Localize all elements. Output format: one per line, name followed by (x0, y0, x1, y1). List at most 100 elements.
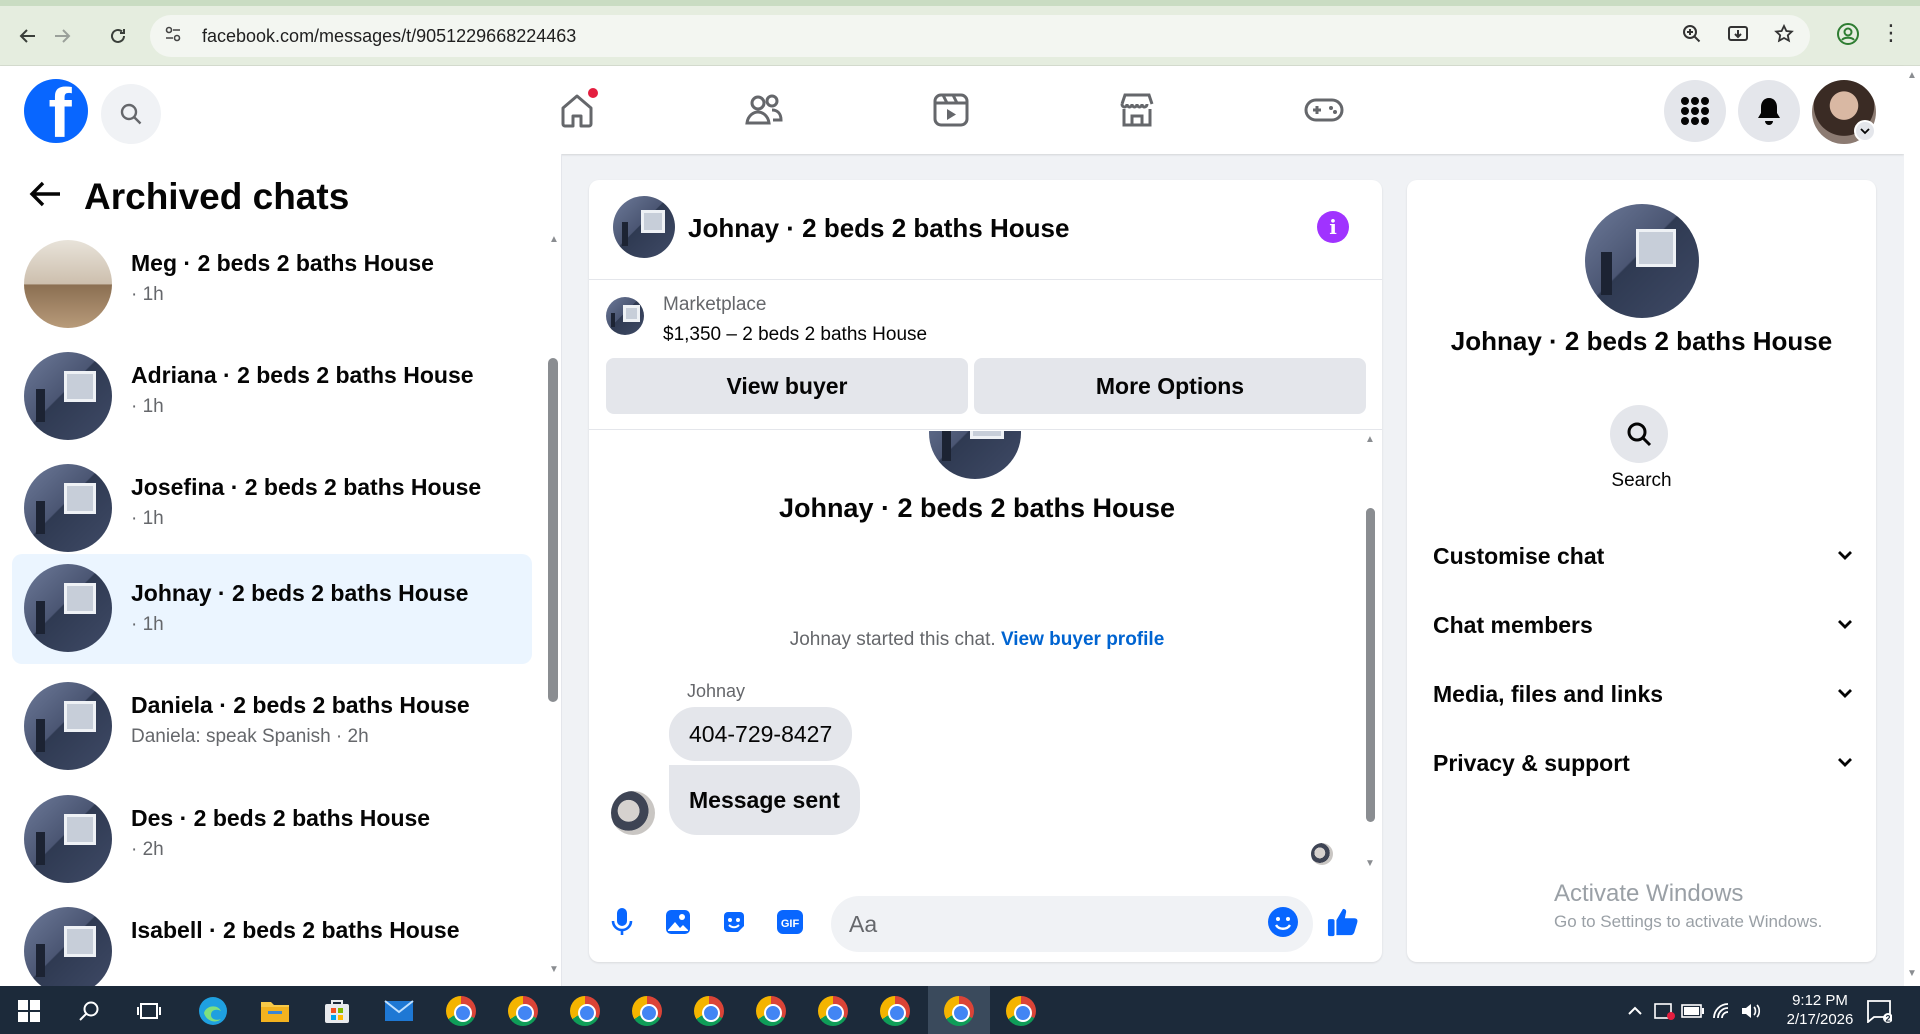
browser-menu-icon[interactable]: ⋮ (1880, 20, 1902, 46)
chevron-down-icon (1837, 616, 1853, 634)
list-item[interactable]: Isabell · 2 beds 2 baths House (12, 891, 532, 986)
menu-grid-icon[interactable] (1664, 80, 1726, 142)
listing-thumbnail[interactable] (606, 297, 644, 335)
forward-icon[interactable] (46, 20, 78, 52)
chevron-down-icon[interactable] (1854, 120, 1876, 142)
chrome-icon[interactable] (444, 994, 478, 1028)
more-options-button[interactable]: More Options (974, 358, 1366, 414)
list-item[interactable]: Meg · 2 beds 2 baths House · 1h (12, 224, 532, 334)
chrome-icon[interactable] (692, 994, 726, 1028)
section-label: Privacy & support (1433, 749, 1630, 776)
emoji-icon[interactable] (1267, 906, 1299, 938)
notification-dot (586, 86, 600, 100)
archived-chats-panel: Archived chats Meg · 2 beds 2 baths Hous… (0, 154, 562, 986)
bookmark-star-icon[interactable] (1772, 22, 1796, 46)
view-buyer-button[interactable]: View buyer (606, 358, 968, 414)
message-bubble[interactable]: Message sent (669, 765, 860, 835)
action-center-icon[interactable]: 2 (1862, 994, 1896, 1028)
scroll-up-icon[interactable]: ▲ (1364, 434, 1376, 445)
taskbar-search-icon[interactable] (72, 994, 106, 1028)
file-explorer-icon[interactable] (258, 994, 292, 1028)
search-icon[interactable] (101, 84, 161, 144)
microphone-icon[interactable] (606, 906, 638, 938)
scroll-up-icon[interactable]: ▲ (1904, 70, 1920, 81)
gif-icon[interactable]: GIF (774, 906, 806, 938)
chrome-icon[interactable] (754, 994, 788, 1028)
list-item[interactable]: Adriana · 2 beds 2 baths House · 1h (12, 336, 532, 446)
media-files-links-section[interactable]: Media, files and links (1433, 674, 1853, 714)
chat-name: Des · 2 beds 2 baths House (131, 805, 431, 831)
thread-scrollbar[interactable]: ▲ ▼ (1364, 434, 1376, 870)
chrome-icon[interactable] (816, 994, 850, 1028)
friends-icon[interactable] (731, 78, 797, 142)
chrome-icon[interactable] (506, 994, 540, 1028)
conversation-header: Johnay · 2 beds 2 baths House i (589, 180, 1382, 280)
chat-members-section[interactable]: Chat members (1433, 605, 1853, 645)
list-item-active[interactable]: Johnay · 2 beds 2 baths House · 1h (12, 554, 532, 664)
intro-title: Johnay · 2 beds 2 baths House (778, 493, 1176, 523)
message-bubble[interactable]: 404-729-8427 (669, 707, 853, 761)
conversation-avatar[interactable] (613, 196, 675, 258)
photo-icon[interactable] (662, 906, 694, 938)
watermark-line-2: Go to Settings to activate Windows. (1554, 912, 1823, 931)
chrome-icon[interactable] (1004, 994, 1038, 1028)
browser-profile-icon[interactable] (1836, 22, 1860, 51)
chrome-icon[interactable] (878, 994, 912, 1028)
scroll-up-icon[interactable]: ▲ (548, 234, 560, 245)
chrome-icon[interactable] (630, 994, 664, 1028)
chrome-icon[interactable] (942, 994, 976, 1028)
task-view-icon[interactable] (132, 994, 166, 1028)
privacy-support-section[interactable]: Privacy & support (1433, 743, 1853, 783)
back-arrow-icon[interactable] (28, 178, 62, 217)
tray-chevron-up-icon[interactable] (1618, 994, 1652, 1028)
edge-browser-icon[interactable] (196, 994, 230, 1028)
mail-icon[interactable] (382, 994, 416, 1028)
details-avatar[interactable] (1585, 204, 1699, 318)
customise-chat-section[interactable]: Customise chat (1433, 536, 1853, 576)
list-item[interactable]: Daniela · 2 beds 2 baths House Daniela: … (12, 666, 532, 776)
search-icon[interactable] (1610, 405, 1668, 463)
windows-start-icon[interactable] (12, 994, 46, 1028)
conversation-title[interactable]: Johnay · 2 beds 2 baths House (688, 213, 1069, 244)
volume-icon[interactable] (1734, 994, 1768, 1028)
svg-text:GIF: GIF (781, 918, 800, 930)
chat-preview: · 1h (131, 284, 164, 305)
chrome-icon[interactable] (568, 994, 602, 1028)
page-scrollbar[interactable]: ▲ ▼ (1904, 66, 1920, 986)
view-buyer-profile-link[interactable]: View buyer profile (1001, 629, 1164, 650)
site-settings-icon[interactable] (164, 25, 192, 48)
marketplace-icon[interactable] (1104, 78, 1170, 142)
chat-preview: · 1h (131, 396, 164, 417)
gaming-icon[interactable] (1291, 78, 1357, 142)
sender-name: Johnay (687, 681, 746, 701)
list-item[interactable]: Josefina · 2 beds 2 baths House · 1h (12, 448, 532, 558)
microsoft-store-icon[interactable] (320, 994, 354, 1028)
scrollbar-thumb[interactable] (548, 358, 558, 702)
list-item[interactable]: Des · 2 beds 2 baths House · 2h (12, 779, 532, 889)
battery-icon[interactable] (1676, 994, 1710, 1028)
message-input[interactable] (831, 896, 1313, 952)
zoom-icon[interactable] (1680, 22, 1704, 46)
scroll-down-icon[interactable]: ▼ (1364, 858, 1376, 869)
reload-icon[interactable] (102, 20, 134, 52)
address-bar[interactable]: facebook.com/messages/t/9051229668224463 (150, 15, 1810, 57)
facebook-logo[interactable]: f (24, 79, 88, 143)
video-icon[interactable] (918, 78, 984, 142)
listing-price[interactable]: $1,350 – 2 beds 2 baths House (663, 324, 927, 346)
notifications-bell-icon[interactable] (1738, 80, 1800, 142)
like-thumbs-up-icon[interactable] (1327, 906, 1359, 938)
sender-avatar[interactable] (611, 791, 655, 835)
system-clock[interactable]: 9:12 PM 2/17/2026 (1770, 991, 1870, 1029)
chat-list-scrollbar[interactable]: ▲ ▼ (548, 234, 560, 975)
back-icon[interactable] (12, 20, 44, 52)
scrollbar-thumb[interactable] (1366, 508, 1375, 822)
section-label: Chat members (1433, 611, 1593, 638)
scroll-down-icon[interactable]: ▼ (548, 964, 560, 975)
scroll-down-icon[interactable]: ▼ (1904, 968, 1920, 979)
chat-name: Meg · 2 beds 2 baths House (131, 250, 434, 276)
info-icon[interactable]: i (1317, 211, 1349, 243)
sticker-icon[interactable] (718, 906, 750, 938)
install-app-icon[interactable] (1726, 22, 1750, 46)
chat-name: Adriana · 2 beds 2 baths House (131, 362, 474, 388)
home-icon[interactable] (544, 78, 610, 142)
